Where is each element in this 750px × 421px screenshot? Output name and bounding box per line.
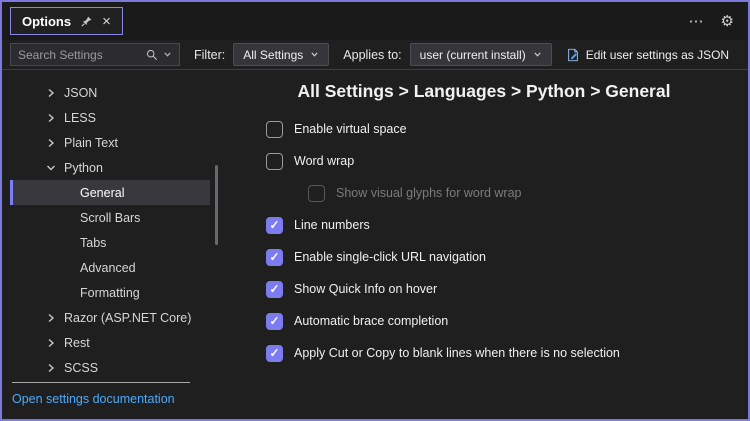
options-tab[interactable]: Options × [10, 7, 123, 35]
setting-row: ✓ Enable single-click URL navigation [220, 241, 748, 273]
setting-label: Line numbers [294, 218, 370, 232]
tree-item-label: Formatting [80, 285, 140, 300]
open-settings-documentation-link[interactable]: Open settings documentation [12, 392, 175, 406]
titlebar-actions: ⋯ ⚙ [689, 14, 734, 29]
chevron-down-icon [310, 50, 319, 59]
tree-item-label: SCSS [64, 360, 99, 375]
checkbox-checked[interactable]: ✓ [266, 280, 283, 298]
edit-json-icon [566, 48, 580, 62]
setting-row: ✓ Automatic brace completion [220, 305, 748, 337]
applies-to-dropdown[interactable]: user (current install) [409, 43, 552, 66]
setting-label: Automatic brace completion [294, 314, 449, 328]
tree-item-label: Python [64, 160, 103, 175]
tree-item-label: General [80, 185, 125, 200]
chevron-down-icon[interactable] [44, 162, 58, 174]
setting-row: Show visual glyphs for word wrap [220, 177, 748, 209]
chevron-right-icon[interactable] [44, 362, 58, 374]
tree-item-advanced[interactable]: Advanced [2, 255, 220, 280]
tree-item-label: JSON [64, 85, 98, 100]
edit-json-button[interactable]: Edit user settings as JSON [560, 43, 735, 67]
search-box[interactable] [10, 43, 180, 66]
setting-label: Word wrap [294, 154, 355, 168]
pin-icon[interactable] [80, 15, 93, 28]
chevron-down-icon [533, 50, 542, 59]
tree-item-formatting[interactable]: Formatting [2, 280, 220, 305]
settings-list: Enable virtual space Word wrap Show visual… [220, 113, 748, 369]
tree-item-label: Razor (ASP.NET Core) [64, 310, 192, 325]
tree-item-plain-text[interactable]: Plain Text [2, 130, 220, 155]
settings-sidebar: JSON LESS Plain Text Python General Scroll Ba… [2, 70, 220, 419]
setting-label: Show visual glyphs for word wrap [336, 186, 522, 200]
filter-label: Filter: [194, 47, 226, 62]
checkbox-checked[interactable]: ✓ [266, 312, 283, 330]
setting-label: Apply Cut or Copy to blank lines when th… [294, 346, 620, 360]
tree-item-scroll-bars[interactable]: Scroll Bars [2, 205, 220, 230]
setting-row: ✓ Line numbers [220, 209, 748, 241]
tree-item-rest[interactable]: Rest [2, 330, 220, 355]
settings-toolbar: Filter: All Settings Applies to: user (c… [2, 40, 748, 70]
settings-tree: JSON LESS Plain Text Python General Scroll Ba… [2, 80, 220, 380]
tab-title: Options [22, 13, 72, 29]
tree-item-label: LESS [64, 110, 96, 125]
search-input[interactable] [18, 47, 141, 62]
tree-item-json[interactable]: JSON [2, 80, 220, 105]
chevron-right-icon[interactable] [44, 312, 58, 324]
tree-item-razor-asp-net-core-[interactable]: Razor (ASP.NET Core) [2, 305, 220, 330]
setting-row: Word wrap [220, 145, 748, 177]
main-area: JSON LESS Plain Text Python General Scroll Ba… [2, 70, 748, 419]
tree-item-label: Advanced [80, 260, 136, 275]
tree-item-label: Plain Text [64, 135, 118, 150]
tree-item-general[interactable]: General [10, 180, 210, 205]
chevron-right-icon[interactable] [44, 337, 58, 349]
tree-item-label: Tabs [80, 235, 107, 250]
setting-label: Enable virtual space [294, 122, 407, 136]
checkbox-unchecked[interactable] [308, 184, 325, 202]
tree-item-scss[interactable]: SCSS [2, 355, 220, 380]
setting-label: Enable single-click URL navigation [294, 250, 486, 264]
tree-item-tabs[interactable]: Tabs [2, 230, 220, 255]
setting-row: ✓ Show Quick Info on hover [220, 273, 748, 305]
tree-item-less[interactable]: LESS [2, 105, 220, 130]
search-history-chevron-icon[interactable] [163, 50, 172, 59]
breadcrumb: All Settings > Languages > Python > Gene… [297, 81, 671, 101]
setting-label: Show Quick Info on hover [294, 282, 438, 296]
applies-to-label: Applies to: [343, 47, 402, 62]
applies-to-value: user (current install) [419, 47, 526, 62]
checkbox-checked[interactable]: ✓ [266, 216, 283, 234]
chevron-right-icon[interactable] [44, 87, 58, 99]
checkbox-checked[interactable]: ✓ [266, 248, 283, 266]
filter-value: All Settings [243, 47, 304, 62]
titlebar: Options × ⋯ ⚙ [2, 2, 748, 40]
checkbox-unchecked[interactable] [266, 120, 283, 138]
gear-icon[interactable]: ⚙ [721, 14, 734, 29]
close-icon[interactable]: × [102, 14, 111, 29]
options-window: Options × ⋯ ⚙ Filter: All Settings [0, 0, 750, 421]
search-icon [146, 49, 158, 61]
chevron-right-icon[interactable] [44, 137, 58, 149]
setting-row: ✓ Apply Cut or Copy to blank lines when t… [220, 337, 748, 369]
checkbox-checked[interactable]: ✓ [266, 344, 283, 362]
tree-item-label: Scroll Bars [80, 210, 141, 225]
tree-item-python[interactable]: Python [2, 155, 220, 180]
sidebar-divider [12, 382, 190, 383]
setting-row: Enable virtual space [220, 113, 748, 145]
chevron-right-icon[interactable] [44, 112, 58, 124]
filter-dropdown[interactable]: All Settings [233, 43, 330, 66]
settings-content: All Settings > Languages > Python > Gene… [220, 70, 748, 419]
more-options-icon[interactable]: ⋯ [689, 14, 705, 29]
tree-scrollbar[interactable] [215, 165, 218, 245]
tree-item-label: Rest [64, 335, 90, 350]
edit-json-label: Edit user settings as JSON [585, 47, 730, 62]
checkbox-unchecked[interactable] [266, 152, 283, 170]
